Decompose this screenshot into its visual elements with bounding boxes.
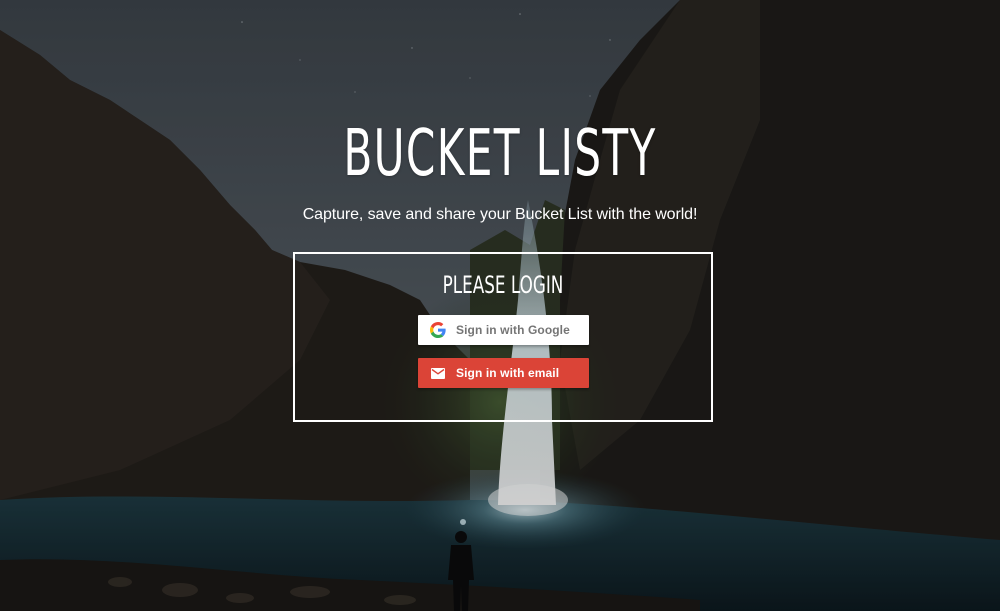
- google-button-label: Sign in with Google: [456, 323, 570, 337]
- login-heading: PLEASE LOGIN: [442, 271, 564, 299]
- mail-icon: [430, 365, 446, 381]
- google-g-icon: [430, 322, 446, 338]
- sign-in-google-button[interactable]: Sign in with Google: [418, 315, 589, 345]
- app-title: BUCKET LISTY: [343, 117, 657, 191]
- email-button-label: Sign in with email: [456, 366, 560, 380]
- app-tagline: Capture, save and share your Bucket List…: [302, 206, 698, 223]
- sign-in-email-button[interactable]: Sign in with email: [418, 358, 589, 388]
- login-panel: PLEASE LOGIN Sign in with Google Sign in…: [293, 252, 713, 422]
